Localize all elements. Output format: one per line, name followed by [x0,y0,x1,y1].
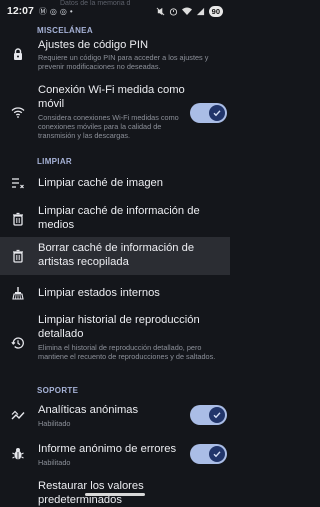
anonymous-errors-title: Informe anónimo de errores [38,443,177,455]
trash-icon [8,209,28,229]
clear-media-cache-title: Limpiar caché de información de medios [38,205,200,231]
wifi-status-icon [181,7,192,15]
clear-history-subtitle: Elimina el historial de reproducción det… [38,343,216,361]
wifi-icon [8,102,28,122]
metered-wifi-row[interactable]: Conexión Wi-Fi medida como móvil Conside… [0,80,230,146]
status-system-icons: 90 [156,5,223,17]
check-icon [209,407,225,423]
anonymous-errors-row[interactable]: Informe anónimo de errores Habilitado [0,437,230,471]
anonymous-analytics-row[interactable]: Analíticas anónimas Habilitado [0,398,230,432]
clear-media-cache-row[interactable]: Limpiar caché de información de medios [0,200,230,238]
clear-internal-states-row[interactable]: Limpiar estados internos [0,280,230,306]
history-icon [8,333,28,353]
battery-indicator: 90 [208,5,223,17]
clear-artist-cache-row[interactable]: Borrar caché de información de artistas … [0,237,230,275]
alarm-icon [169,7,177,16]
whatsapp-icon: ◎ [49,6,57,16]
metered-wifi-toggle[interactable] [190,103,227,123]
clear-internal-states-title: Limpiar estados internos [38,287,160,299]
bug-icon [8,444,28,464]
trash-icon [8,246,28,266]
gesture-nav-bar[interactable] [85,493,145,496]
anonymous-analytics-title: Analíticas anónimas [38,404,139,416]
m-icon: Ⓜ [38,6,47,16]
metered-wifi-subtitle: Considera conexiones Wi-Fi medidas como … [38,113,179,140]
anonymous-analytics-toggle[interactable] [190,405,227,425]
metered-wifi-title: Conexión Wi-Fi medida como móvil [38,84,185,110]
dot-icon: • [69,6,73,16]
restore-defaults-row[interactable]: Restaurar los valores predeterminados [0,476,230,506]
clear-artist-cache-title: Borrar caché de información de artistas … [38,242,195,268]
status-time: 12:07 [7,5,34,17]
section-header-support: SOPORTE [37,386,79,395]
pin-settings-row[interactable]: Ajustes de código PIN Requiere un código… [0,36,230,72]
clear-image-cache-title: Limpiar caché de imagen [38,177,163,189]
signal-icon [196,7,204,15]
section-header-misc: MISCELÁNEA [37,26,93,35]
status-bar: 12:07 Ⓜ ◎ ◎ • Datos de la memoria del di… [0,0,230,22]
section-header-clean: LIMPIAR [37,157,72,166]
check-icon [209,105,225,121]
status-ghost-text: Datos de la memoria del dispositivo [60,0,130,7]
pin-settings-subtitle: Requiere un código PIN para acceder a lo… [38,53,209,71]
whatsapp-icon: ◎ [59,6,67,16]
analytics-icon [8,405,28,425]
clear-list-icon [8,173,28,193]
lock-icon [8,44,28,64]
check-icon [209,446,225,462]
clear-history-row[interactable]: Limpiar historial de reproducción detall… [0,309,230,379]
status-notification-icons: Ⓜ ◎ ◎ • [39,6,73,17]
clear-history-title: Limpiar historial de reproducción detall… [38,314,200,340]
anonymous-errors-toggle[interactable] [190,444,227,464]
broom-icon [8,283,28,303]
mute-icon [156,7,165,15]
clear-image-cache-row[interactable]: Limpiar caché de imagen [0,170,230,196]
pin-settings-title: Ajustes de código PIN [38,39,149,51]
